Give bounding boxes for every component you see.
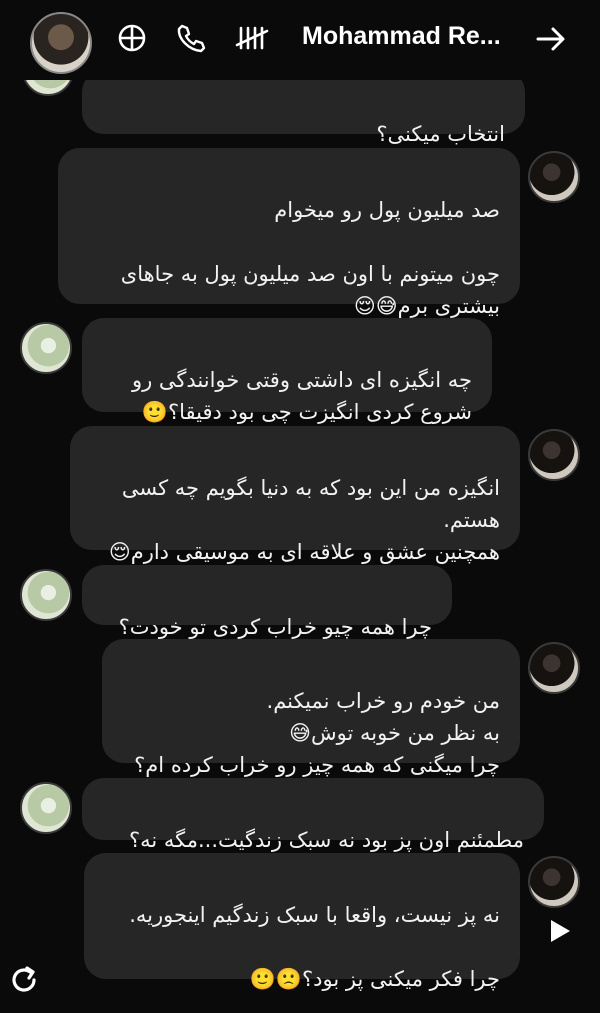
message-bubble: صد میلیون پول رو میخوام چون میتونم با او… xyxy=(58,148,520,318)
message-bubble: نه پز نیست، واقعا با سبک زندگیم اینجوریه… xyxy=(84,853,520,991)
threads-icon[interactable] xyxy=(114,20,150,56)
message-text: مطمئنم اون پز بود نه سبک زندگیت...مگه نه… xyxy=(128,828,524,852)
message-bubble: من خودم رو خراب نمیکنم. به نظر من خوبه ت… xyxy=(102,639,520,777)
my-avatar xyxy=(20,782,72,834)
tally-icon[interactable] xyxy=(234,20,270,56)
message-bubble: مطمئنم اون پز بود نه سبک زندگیت...مگه نه… xyxy=(82,778,544,852)
back-arrow-icon[interactable] xyxy=(534,22,568,56)
message-text: من خودم رو خراب نمیکنم. به نظر من خوبه ت… xyxy=(134,689,500,777)
contact-avatar-small xyxy=(528,642,580,694)
contact-avatar-small xyxy=(528,429,580,481)
message-bubble: چرا همه چیو خراب کردی تو خودت؟ xyxy=(82,565,452,639)
message-bubble: چه انگیزه ای داشتی وقتی خوانندگی رو شروع… xyxy=(82,318,492,424)
phone-icon[interactable] xyxy=(172,20,208,56)
contact-avatar[interactable] xyxy=(30,12,92,74)
message-text: انتخاب میکنی؟ xyxy=(376,122,505,146)
message-text: چرا همه چیو خراب کردی تو خودت؟ xyxy=(118,615,432,639)
contact-avatar-small xyxy=(528,856,580,908)
my-avatar xyxy=(20,569,72,621)
message-text: چه انگیزه ای داشتی وقتی خوانندگی رو شروع… xyxy=(131,368,472,424)
message-text: انگیزه من این بود که به دنیا بگویم چه کس… xyxy=(108,476,500,564)
message-text: صد میلیون پول رو میخوام چون میتونم با او… xyxy=(120,198,500,318)
refresh-icon[interactable] xyxy=(6,962,42,998)
message-text: نه پز نیست، واقعا با سبک زندگیم اینجوریه… xyxy=(129,903,500,991)
chat-header: Mohammad Re... xyxy=(0,0,600,80)
message-bubble: انگیزه من این بود که به دنیا بگویم چه کس… xyxy=(70,426,520,564)
contact-avatar-small xyxy=(528,151,580,203)
play-icon[interactable] xyxy=(548,918,572,944)
contact-name[interactable]: Mohammad Re... xyxy=(302,22,501,51)
my-avatar xyxy=(20,322,72,374)
